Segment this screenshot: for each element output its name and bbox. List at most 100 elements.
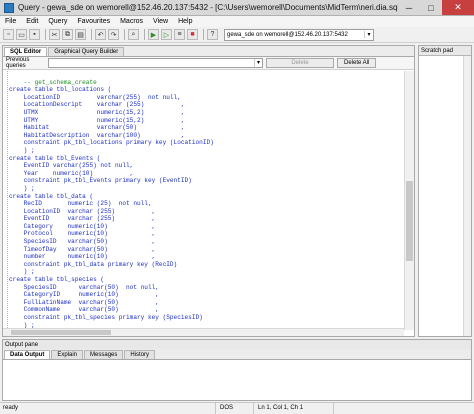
delete-all-button[interactable]: Delete All: [337, 58, 377, 68]
editor-pane: SQL Editor Graphical Query Builder Previ…: [2, 45, 415, 337]
toolbar: ▫ ▭ ▪ ✂ ⧉ ▤ ↶ ↷ ⌕ ▶ ▷ ≡ ■ ? gewa_sde on …: [0, 27, 474, 43]
scratch-pad: Scratch pad: [418, 45, 472, 337]
help-icon[interactable]: ?: [207, 29, 218, 40]
window-title: Query - gewa_sde on wemorell@152.46.20.1…: [18, 3, 398, 12]
cancel-icon[interactable]: ■: [187, 29, 198, 40]
app-icon: [4, 2, 14, 13]
close-button[interactable]: ✕: [442, 0, 474, 15]
output-pane: Output pane Data Output Explain Messages…: [2, 339, 472, 401]
code-line: HabitatDescription varchar(100) ,: [9, 131, 185, 139]
menu-file[interactable]: File: [0, 18, 21, 25]
copy-icon[interactable]: ⧉: [62, 29, 73, 40]
code-line: SpeciesID varchar(50) not null,: [9, 283, 159, 291]
toolbar-separator: [203, 29, 204, 40]
previous-queries-label: Previous queries: [6, 57, 30, 69]
code-line: create table tbl_data (: [9, 192, 94, 200]
previous-queries-select[interactable]: ▾: [48, 58, 263, 68]
code-line: create table tbl_locations (: [9, 86, 112, 94]
menu-favourites[interactable]: Favourites: [72, 18, 115, 25]
redo-icon[interactable]: ↷: [108, 29, 119, 40]
status-encoding: DOS: [215, 402, 253, 414]
scratch-pad-title: Scratch pad: [419, 46, 471, 56]
delete-button[interactable]: Delete: [266, 58, 334, 68]
menu-help[interactable]: Help: [173, 18, 197, 25]
code-line: create table tbl_Events (: [9, 154, 101, 162]
tab-data-output[interactable]: Data Output: [4, 350, 51, 359]
output-pane-title: Output pane: [3, 340, 471, 349]
toolbar-separator: [91, 29, 92, 40]
previous-queries-row: Previous queries ▾ Delete Delete All: [3, 57, 414, 70]
code-line: Category numeric(10) ,: [9, 222, 156, 230]
output-tabs: Data Output Explain Messages History: [3, 349, 471, 360]
new-file-icon[interactable]: ▫: [3, 29, 14, 40]
code-line: Year numeric(10) ,: [9, 169, 134, 177]
execute-file-icon[interactable]: ▷: [161, 29, 172, 40]
code-line: RecID numeric (25) not null,: [9, 200, 152, 208]
menu-macros[interactable]: Macros: [115, 18, 148, 25]
explain-icon[interactable]: ≡: [174, 29, 185, 40]
scrollbar-thumb[interactable]: [406, 181, 413, 261]
code-line: Habitat varchar(50) ,: [9, 124, 185, 132]
editor-vertical-scrollbar[interactable]: [404, 71, 414, 330]
status-text: ready: [3, 405, 19, 411]
menu-bar: File Edit Query Favourites Macros View H…: [0, 16, 474, 27]
open-icon[interactable]: ▭: [16, 29, 27, 40]
connection-select[interactable]: gewa_sde on wemorell@152.46.20.137:5432 …: [224, 28, 374, 41]
code-line: CategoryID numeric(10) ,: [9, 291, 159, 299]
code-line: ) ;: [9, 268, 35, 276]
connection-label: gewa_sde on wemorell@152.46.20.137:5432: [227, 31, 348, 38]
code-line: EventID varchar(255) not null,: [9, 162, 134, 170]
tab-messages[interactable]: Messages: [84, 350, 124, 359]
status-time: [333, 402, 393, 414]
save-icon[interactable]: ▪: [29, 29, 40, 40]
code-line: LocationID varchar (255) ,: [9, 207, 156, 215]
code-line: UTMX numeric(15,2) ,: [9, 108, 185, 116]
code-line: create table tbl_species (: [9, 276, 105, 284]
scrollbar-thumb[interactable]: [11, 330, 111, 335]
code-line: -- get_schema_create: [9, 78, 97, 86]
code-line: LocationDescript varchar (255) ,: [9, 101, 185, 109]
menu-query[interactable]: Query: [43, 18, 72, 25]
code-line: Protocol numeric(10) ,: [9, 230, 156, 238]
paste-icon[interactable]: ▤: [75, 29, 86, 40]
cut-icon[interactable]: ✂: [49, 29, 60, 40]
code-line: ) ;: [9, 146, 35, 154]
chevron-down-icon: ▾: [364, 31, 373, 38]
code-line: number numeric(10) ,: [9, 253, 156, 261]
maximize-button[interactable]: □: [420, 0, 442, 15]
tab-graphical-query-builder[interactable]: Graphical Query Builder: [48, 47, 125, 56]
code-line: CommonName varchar(50) ,: [9, 306, 159, 314]
find-icon[interactable]: ⌕: [128, 29, 139, 40]
code-line: constraint pk_tbl_data primary key (RecI…: [9, 260, 178, 268]
code-line: TimeofDay varchar(50) ,: [9, 245, 156, 253]
toolbar-separator: [124, 29, 125, 40]
title-bar: Query - gewa_sde on wemorell@152.46.20.1…: [0, 0, 474, 16]
toolbar-separator: [144, 29, 145, 40]
toolbar-separator: [45, 29, 46, 40]
editor-horizontal-scrollbar[interactable]: [3, 328, 404, 336]
undo-icon[interactable]: ↶: [95, 29, 106, 40]
code-line: LocationID varchar(255) not null,: [9, 93, 181, 101]
menu-view[interactable]: View: [148, 18, 173, 25]
editor-tabs: SQL Editor Graphical Query Builder: [3, 46, 414, 57]
code-line: SpeciesID varchar(50) ,: [9, 238, 156, 246]
menu-edit[interactable]: Edit: [21, 18, 43, 25]
scratch-scrollbar[interactable]: [463, 56, 471, 336]
sql-code-area[interactable]: -- get_schema_create create table tbl_loc…: [3, 71, 404, 336]
tab-history[interactable]: History: [124, 350, 156, 359]
code-line: FullLatinName varchar(50) ,: [9, 298, 159, 306]
chevron-down-icon: ▾: [254, 59, 262, 67]
code-line: UTMY numeric(15,2) ,: [9, 116, 185, 124]
fold-gutter: [3, 71, 8, 336]
code-line: ) ;: [9, 184, 35, 192]
status-position: Ln 1, Col 1, Ch 1: [253, 402, 333, 414]
tab-sql-editor[interactable]: SQL Editor: [4, 47, 48, 56]
status-bar: ready DOS Ln 1, Col 1, Ch 1: [0, 402, 474, 414]
code-line: constraint pk_tbl_locations primary key …: [9, 139, 214, 147]
minimize-button[interactable]: ─: [398, 0, 420, 15]
execute-icon[interactable]: ▶: [148, 29, 159, 40]
code-line: constraint pk_tbl_species primary key (S…: [9, 314, 203, 321]
tab-explain[interactable]: Explain: [51, 350, 84, 359]
code-line: constraint pk_tbl_Events primary key (Ev…: [9, 177, 192, 185]
